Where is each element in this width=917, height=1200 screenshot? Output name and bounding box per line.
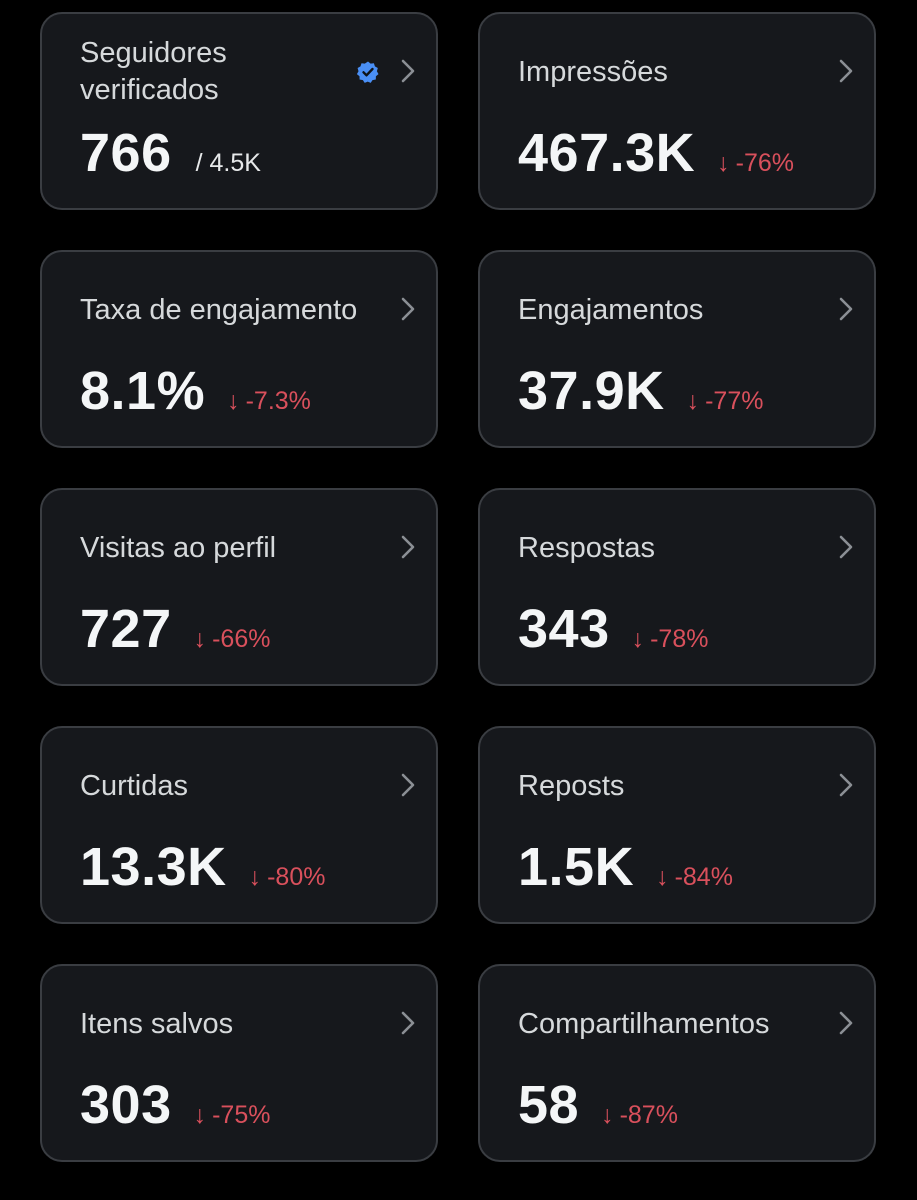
arrow-down-icon: ↓	[656, 863, 669, 891]
arrow-down-icon: ↓	[631, 625, 645, 653]
metric-value: 727	[80, 599, 172, 659]
metric-change-value: -87%	[619, 1101, 678, 1129]
metric-change: ↓ -66%	[194, 625, 271, 654]
metric-value: 37.9K	[518, 361, 665, 421]
chevron-right-icon[interactable]	[400, 58, 416, 84]
metrics-grid: Seguidores verificados 766 / 4.5K Impres…	[40, 12, 876, 1162]
chevron-right-icon[interactable]	[838, 296, 854, 322]
metric-change: ↓ -76%	[717, 149, 794, 178]
chevron-right-icon[interactable]	[400, 296, 416, 322]
metric-total: / 4.5K	[195, 149, 261, 177]
metric-card-impressions[interactable]: Impressões 467.3K ↓ -76%	[478, 12, 876, 210]
metric-value-row: 343 ↓ -78%	[518, 594, 708, 664]
metric-card-profile-visits[interactable]: Visitas ao perfil 727 ↓ -66%	[40, 488, 438, 686]
metric-value: 1.5K	[518, 837, 635, 897]
chevron-right-icon[interactable]	[400, 534, 416, 560]
chevron-right-icon[interactable]	[838, 1010, 854, 1036]
metric-label: Reposts	[518, 769, 625, 802]
metric-label: Impressões	[518, 55, 668, 88]
metric-change-value: -76%	[735, 149, 795, 177]
metric-card-reposts[interactable]: Reposts 1.5K ↓ -84%	[478, 726, 876, 924]
metric-change: ↓ -84%	[656, 863, 733, 892]
metric-change-value: -78%	[650, 625, 709, 653]
metric-change-value: -75%	[212, 1101, 271, 1129]
metric-label: Visitas ao perfil	[80, 531, 277, 564]
metric-card-engagement-rate[interactable]: Taxa de engajamento 8.1% ↓ -7.3%	[40, 250, 438, 448]
arrow-down-icon: ↓	[193, 625, 207, 653]
chevron-right-icon[interactable]	[838, 772, 854, 798]
metric-value: 58	[518, 1075, 580, 1135]
metric-change-value: -84%	[674, 863, 733, 891]
arrow-down-icon: ↓	[193, 1101, 207, 1129]
metric-value: 303	[80, 1075, 172, 1135]
metric-label: Engajamentos	[518, 293, 704, 326]
chevron-right-icon[interactable]	[838, 58, 854, 84]
metric-value: 343	[518, 599, 610, 659]
metric-value-row: 58 ↓ -87%	[518, 1070, 678, 1140]
chevron-right-icon[interactable]	[838, 534, 854, 560]
metric-change: ↓ -78%	[632, 625, 709, 654]
metric-value-row: 303 ↓ -75%	[80, 1070, 270, 1140]
chevron-right-icon[interactable]	[400, 1010, 416, 1036]
verified-badge-icon	[356, 61, 379, 83]
arrow-down-icon: ↓	[686, 387, 700, 415]
arrow-down-icon: ↓	[601, 1101, 614, 1129]
metric-change-value: -77%	[705, 387, 764, 415]
chevron-right-icon[interactable]	[400, 772, 416, 798]
metric-card-engagements[interactable]: Engajamentos 37.9K ↓ -77%	[478, 250, 876, 448]
metric-label: Curtidas	[80, 769, 188, 802]
metric-value: 13.3K	[80, 837, 227, 897]
metric-value-row: 727 ↓ -66%	[80, 594, 270, 664]
metric-label: Respostas	[518, 531, 656, 564]
metric-change: ↓ -87%	[601, 1101, 678, 1130]
metric-label: Compartilhamentos	[518, 1007, 770, 1040]
metric-value-row: 1.5K ↓ -84%	[518, 832, 733, 902]
metric-card-saved-items[interactable]: Itens salvos 303 ↓ -75%	[40, 964, 438, 1162]
metric-value-row: 8.1% ↓ -7.3%	[80, 356, 311, 426]
metric-change: ↓ -80%	[249, 863, 326, 892]
metric-change: ↓ -7.3%	[227, 387, 311, 416]
metric-value: 766	[80, 123, 172, 183]
metric-change: ↓ -75%	[194, 1101, 271, 1130]
metric-label: Seguidores verificados	[80, 37, 227, 106]
metric-label: Taxa de engajamento	[80, 293, 358, 326]
metric-value: 8.1%	[80, 361, 206, 421]
metric-value-row: 467.3K ↓ -76%	[518, 118, 794, 188]
metric-value: 467.3K	[518, 123, 696, 183]
metric-card-replies[interactable]: Respostas 343 ↓ -78%	[478, 488, 876, 686]
arrow-down-icon: ↓	[717, 149, 730, 177]
metric-value-row: 37.9K ↓ -77%	[518, 356, 763, 426]
metric-change: ↓ -77%	[687, 387, 764, 416]
metric-card-likes[interactable]: Curtidas 13.3K ↓ -80%	[40, 726, 438, 924]
metric-value-row: 13.3K ↓ -80%	[80, 832, 325, 902]
metric-card-verified-followers[interactable]: Seguidores verificados 766 / 4.5K	[40, 12, 438, 210]
metric-change-value: -66%	[212, 625, 271, 653]
arrow-down-icon: ↓	[227, 387, 240, 415]
metric-value-row: 766 / 4.5K	[80, 118, 261, 188]
metric-label: Itens salvos	[80, 1007, 234, 1040]
metric-card-shares[interactable]: Compartilhamentos 58 ↓ -87%	[478, 964, 876, 1162]
arrow-down-icon: ↓	[248, 863, 262, 891]
metric-change-value: -7.3%	[245, 387, 311, 415]
metric-change-value: -80%	[267, 863, 326, 891]
